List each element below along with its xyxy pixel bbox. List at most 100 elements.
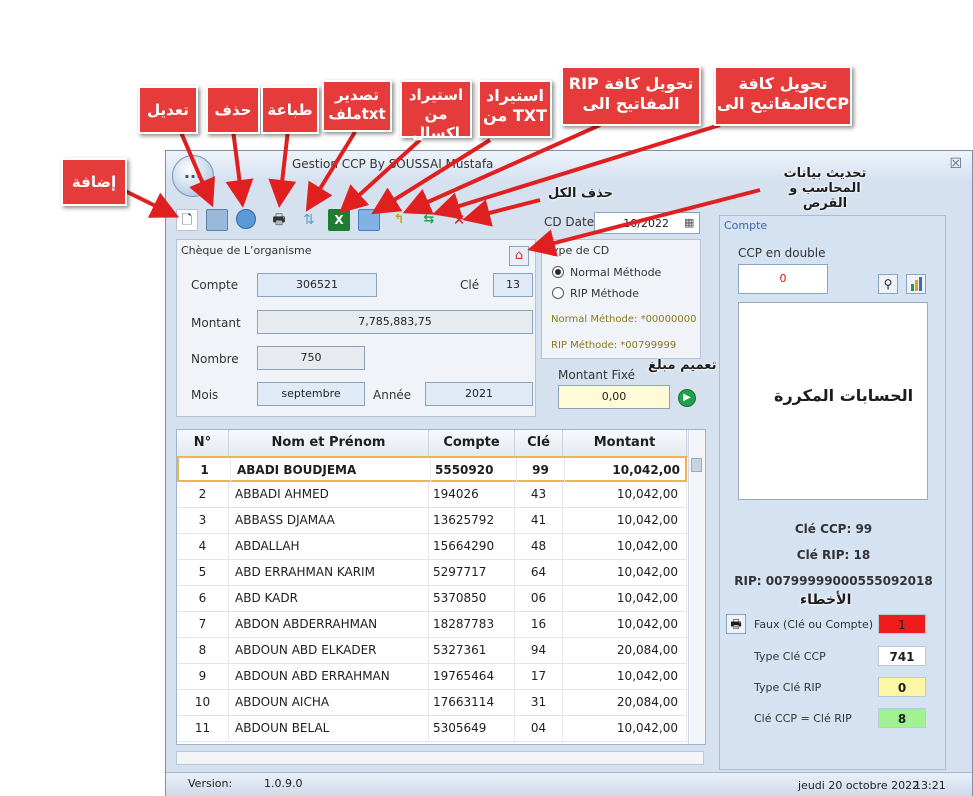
chart-icon[interactable] xyxy=(906,274,926,294)
faux-label: Faux (Clé ou Compte) xyxy=(754,618,874,631)
col-header-cle[interactable]: Clé xyxy=(515,430,563,456)
table-row[interactable]: 10 ABDOUN AICHA 17663114 31 20,084,00 xyxy=(177,690,687,716)
cell-nom: ABBADI AHMED xyxy=(229,482,429,508)
type-cle-rip-value: 0 xyxy=(878,677,926,697)
table-row[interactable]: 5 ABD ERRAHMAN KARIM 5297717 64 10,042,00 xyxy=(177,560,687,586)
table-row[interactable]: 2 ABBADI AHMED 194026 43 10,042,00 xyxy=(177,482,687,508)
delete-all-icon[interactable]: ✕ xyxy=(448,209,470,231)
col-header-nom[interactable]: Nom et Prénom xyxy=(229,430,429,456)
cell-compte: 5305649 xyxy=(429,716,515,742)
cell-n: 4 xyxy=(177,534,229,560)
annotation-convert-rip: RIP تحويل كافة المفاتيح الى xyxy=(561,66,701,126)
cle-rip-text: Clé RIP: 18 xyxy=(796,548,871,562)
cell-n: 6 xyxy=(177,586,229,612)
table-row[interactable]: 7 ABDON ABDERRAHMAN 18287783 16 10,042,00 xyxy=(177,612,687,638)
cell-compte: 18287783 xyxy=(429,612,515,638)
app-window: Gestion CCP By SOUSSAI Mustafa ☒ ... 🗋 🖶… xyxy=(165,150,973,796)
cle-equal-value: 8 xyxy=(878,708,926,728)
rip-method-hint: RIP Méthode: *00799999 xyxy=(551,340,677,351)
app-menu-orb-button[interactable]: ... xyxy=(172,155,214,197)
table-row[interactable]: 6 ABD KADR 5370850 06 10,042,00 xyxy=(177,586,687,612)
cell-n: 5 xyxy=(177,560,229,586)
table-row[interactable]: 8 ABDOUN ABD ELKADER 5327361 94 20,084,00 xyxy=(177,638,687,664)
cell-compte: 19765464 xyxy=(429,664,515,690)
cell-cle: 17 xyxy=(515,664,563,690)
faux-value: 1 xyxy=(878,614,926,634)
cell-montant: 10,042,00 xyxy=(563,612,687,638)
cell-n: 11 xyxy=(177,716,229,742)
excel-icon[interactable]: X xyxy=(328,209,350,231)
cell-cle: 41 xyxy=(515,508,563,534)
col-header-compte[interactable]: Compte xyxy=(429,430,515,456)
cell-montant: 20,084,00 xyxy=(563,638,687,664)
col-header-montant[interactable]: Montant xyxy=(563,430,687,456)
cell-n: 8 xyxy=(177,638,229,664)
cell-nom: ABDOUN ABD ELKADER xyxy=(229,638,429,664)
annotation-print: طباعة xyxy=(261,86,319,134)
cle-label: Clé xyxy=(460,278,480,292)
annotation-delete: حذف xyxy=(206,86,260,134)
cell-cle: 94 xyxy=(515,638,563,664)
cheque-panel: Chèque de L’organisme ⌂ Compte 306521 Cl… xyxy=(176,239,536,417)
radio-normal-label: Normal Méthode xyxy=(570,266,662,279)
cell-montant: 10,042,00 xyxy=(563,664,687,690)
export-txt-icon[interactable]: ⇅ xyxy=(298,209,320,231)
compte-label: Compte xyxy=(191,278,239,292)
cell-nom: ABDOUN BELAL xyxy=(229,716,429,742)
cell-nom: ABADI BOUDJEMA xyxy=(231,458,431,484)
print-errors-icon[interactable]: 🖶 xyxy=(726,614,746,634)
cell-cle: 31 xyxy=(515,690,563,716)
cell-compte: 5327361 xyxy=(429,638,515,664)
cell-compte: 194026 xyxy=(429,482,515,508)
accounts-grid: N° Nom et Prénom Compte Clé Montant 1 ABA… xyxy=(176,429,706,745)
import-txt-icon[interactable] xyxy=(358,209,380,231)
annee-label: Année xyxy=(373,388,412,402)
annotation-delete-all: حذف الكل xyxy=(548,186,614,201)
grid-horizontal-scrollbar[interactable] xyxy=(176,751,704,765)
table-row[interactable]: 3 ABBASS DJAMAA 13625792 41 10,042,00 xyxy=(177,508,687,534)
new-document-icon[interactable]: 🗋 xyxy=(176,209,198,231)
cell-nom: ABD KADR xyxy=(229,586,429,612)
apply-amount-button[interactable]: ▶ xyxy=(678,389,696,407)
grid-vertical-scrollbar[interactable] xyxy=(688,430,705,744)
cell-n: 7 xyxy=(177,612,229,638)
compte-field[interactable]: 306521 xyxy=(257,273,377,297)
convert-rip-icon[interactable]: ↰ xyxy=(388,209,410,231)
mois-field[interactable]: septembre xyxy=(257,382,365,406)
status-date: jeudi 20 octobre 2022 xyxy=(798,779,920,792)
convert-ccp-icon[interactable]: ⇆ xyxy=(418,209,440,231)
delete-icon[interactable] xyxy=(236,209,256,229)
montant-label: Montant xyxy=(191,316,241,330)
cell-nom: ABDOUN ABD ERRAHMAN xyxy=(229,664,429,690)
cell-compte: 5297717 xyxy=(429,560,515,586)
annee-field[interactable]: 2021 xyxy=(425,382,533,406)
cell-compte: 5370850 xyxy=(429,586,515,612)
table-row[interactable]: 4 ABDALLAH 15664290 48 10,042,00 xyxy=(177,534,687,560)
radio-normal-methode[interactable] xyxy=(552,266,564,278)
compte-panel-title: Compte xyxy=(724,219,768,232)
montant-fixe-input[interactable]: 0,00 xyxy=(558,385,670,409)
cell-compte: 13625792 xyxy=(429,508,515,534)
table-row[interactable]: 1 ABADI BOUDJEMA 5550920 99 10,042,00 xyxy=(177,456,689,484)
col-header-n[interactable]: N° xyxy=(177,430,229,456)
edit-image-icon[interactable] xyxy=(206,209,228,231)
scroll-thumb[interactable] xyxy=(691,458,702,472)
print-icon[interactable]: 🖶 xyxy=(268,209,290,231)
cell-cle: 16 xyxy=(515,612,563,638)
update-account-data-button[interactable]: ⌂ xyxy=(509,246,529,266)
cell-cle: 64 xyxy=(515,560,563,586)
cle-field[interactable]: 13 xyxy=(493,273,533,297)
search-duplicates-icon[interactable]: ⚲ xyxy=(878,274,898,294)
cell-cle: 43 xyxy=(515,482,563,508)
table-row[interactable]: 11 ABDOUN BELAL 5305649 04 10,042,00 xyxy=(177,716,687,742)
cell-montant: 10,042,00 xyxy=(565,458,689,484)
calendar-icon[interactable]: ▦ xyxy=(684,216,694,229)
ccp-double-value: 0 xyxy=(738,264,828,294)
montant-fixe-label: Montant Fixé xyxy=(558,368,635,382)
cell-montant: 10,042,00 xyxy=(563,560,687,586)
radio-selected-dot xyxy=(555,269,561,275)
radio-rip-methode[interactable] xyxy=(552,287,564,299)
cell-cle: 06 xyxy=(515,586,563,612)
close-button[interactable]: ☒ xyxy=(949,156,962,172)
table-row[interactable]: 9 ABDOUN ABD ERRAHMAN 19765464 17 10,042,00 xyxy=(177,664,687,690)
